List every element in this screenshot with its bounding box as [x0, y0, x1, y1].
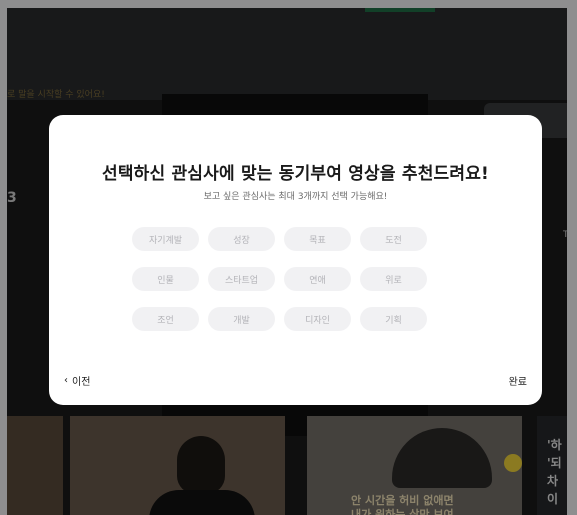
- interest-chip[interactable]: 인물: [132, 267, 199, 291]
- interest-chip[interactable]: 개발: [208, 307, 275, 331]
- interest-chip[interactable]: 자기계발: [132, 227, 199, 251]
- interest-chip[interactable]: 목표: [284, 227, 351, 251]
- interest-chip[interactable]: 기획: [360, 307, 427, 331]
- interest-selection-modal: 선택하신 관심사에 맞는 동기부여 영상을 추천드려요! 보고 싶은 관심사는 …: [49, 115, 542, 405]
- modal-title: 선택하신 관심사에 맞는 동기부여 영상을 추천드려요!: [101, 164, 490, 184]
- chevron-left-icon: ‹: [64, 375, 68, 386]
- done-button[interactable]: 완료: [509, 373, 527, 388]
- interest-chip[interactable]: 성장: [208, 227, 275, 251]
- prev-button[interactable]: ‹ 이전: [64, 373, 90, 388]
- modal-subtitle: 보고 싶은 관심사는 최대 3개까지 선택 가능해요!: [203, 192, 388, 202]
- interest-chip-grid: 자기계발 성장 목표 도전 인물 스타트업 연애 위로 조언 개발 디자인 기획: [132, 227, 457, 331]
- interest-chip[interactable]: 위로: [360, 267, 427, 291]
- interest-chip[interactable]: 조언: [132, 307, 199, 331]
- prev-label: 이전: [72, 377, 91, 388]
- interest-chip[interactable]: 디자인: [284, 307, 351, 331]
- interest-chip[interactable]: 도전: [360, 227, 427, 251]
- interest-chip[interactable]: 연애: [284, 267, 351, 291]
- interest-chip[interactable]: 스타트업: [208, 267, 275, 291]
